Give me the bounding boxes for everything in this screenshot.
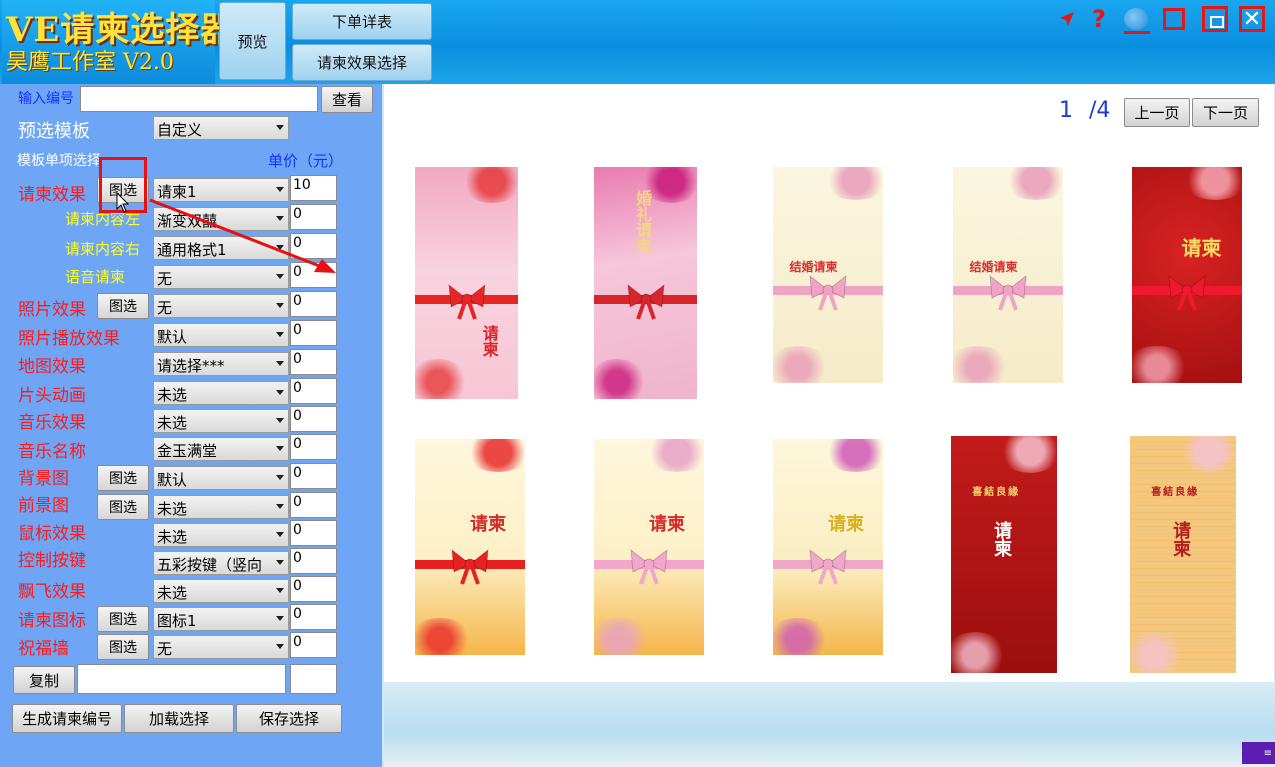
annotation-arrow bbox=[149, 198, 336, 273]
mouse-cursor-icon bbox=[116, 192, 130, 213]
